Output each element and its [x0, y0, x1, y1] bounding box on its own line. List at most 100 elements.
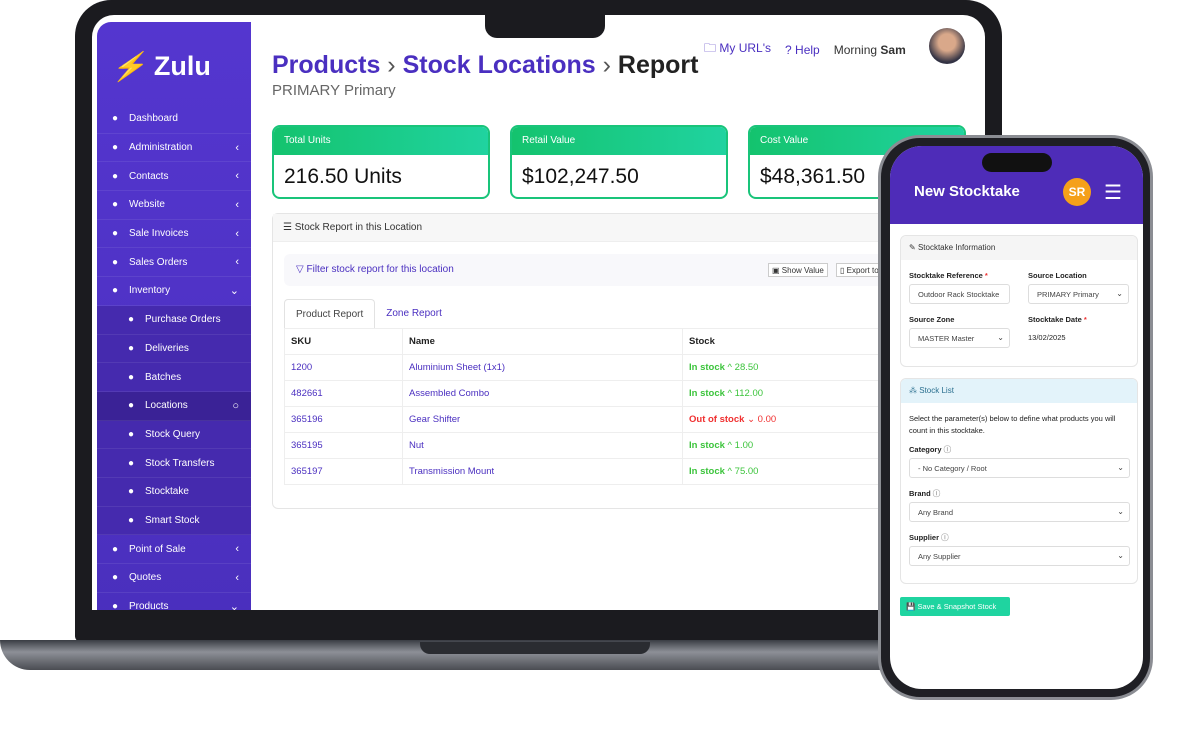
sidebar-item-inventory[interactable]: ● Inventory ⌄	[97, 277, 251, 306]
cash-icon: ●	[111, 228, 119, 240]
breadcrumb-stock-locations[interactable]: Stock Locations	[403, 51, 596, 79]
sidebar-item-batches[interactable]: ● Batches	[97, 363, 251, 392]
total-units-card: Total Units 216.50 Units	[272, 125, 490, 199]
show-value-button[interactable]: ▣ Show Value	[768, 263, 828, 277]
location-select[interactable]: PRIMARY Primary ⌄	[1028, 284, 1129, 304]
sidebar-item-label: Website	[129, 199, 165, 211]
product-name-link[interactable]: Nut	[402, 432, 683, 459]
page-subtitle: PRIMARY Primary	[272, 82, 396, 99]
phone-screen: New Stocktake SR ☰ ✎ Stocktake Informati…	[890, 146, 1143, 689]
sidebar-item-administration[interactable]: ● Administration ‹	[97, 134, 251, 163]
sidebar-item-sales-orders[interactable]: ● Sales Orders ‹	[97, 248, 251, 278]
product-name-link[interactable]: Gear Shifter	[402, 406, 683, 433]
tab-zone-report[interactable]: Zone Report	[375, 299, 453, 329]
breadcrumb-products[interactable]: Products	[272, 51, 380, 79]
sidebar-item-smart-stock[interactable]: ● Smart Stock	[97, 506, 251, 536]
sidebar-item-stock-transfers[interactable]: ● Stock Transfers	[97, 449, 251, 478]
sidebar-item-quotes[interactable]: ● Quotes ‹	[97, 564, 251, 593]
query-icon: ●	[127, 428, 135, 440]
save-snapshot-button[interactable]: 💾 Save & Snapshot Stock	[900, 597, 1010, 616]
zone-select[interactable]: MASTER Master ⌄	[909, 328, 1010, 348]
cube-icon: ●	[111, 601, 119, 610]
location-label: Source Location	[1028, 271, 1087, 280]
my-urls-link[interactable]: 🗀 My URL's	[704, 39, 771, 60]
document-icon: ●	[111, 256, 119, 268]
sidebar-item-sale-invoices[interactable]: ● Sale Invoices ‹	[97, 220, 251, 249]
sidebar-item-deliveries[interactable]: ● Deliveries	[97, 334, 251, 364]
logo[interactable]: ⚡ Zulu	[111, 50, 211, 83]
ref-input[interactable]: Outdoor Rack Stocktake	[909, 284, 1010, 304]
sku-link[interactable]: 365197	[284, 458, 403, 485]
category-select[interactable]: - No Category / Root ⌄	[909, 458, 1130, 478]
brand-label: Brand ⓘ	[909, 489, 941, 498]
greeting: Morning Sam	[833, 42, 906, 57]
zulu-logo-icon: ⚡	[111, 51, 146, 82]
admin-icon: ●	[111, 142, 119, 154]
question-icon: ?	[785, 42, 792, 57]
sidebar-item-label: Sales Orders	[129, 256, 188, 268]
supplier-select[interactable]: Any Supplier ⌄	[909, 546, 1130, 566]
chevron-icon: ‹	[235, 256, 239, 269]
export-button[interactable]: ▯ Export to	[836, 263, 883, 277]
sidebar-item-label: Locations	[145, 400, 188, 412]
sidebar-item-label: Contacts	[129, 170, 169, 182]
hamburger-menu-icon[interactable]: ☰	[1104, 180, 1122, 205]
edit-icon: ✎	[909, 243, 916, 252]
avatar[interactable]	[929, 28, 965, 64]
tab-product-report[interactable]: Product Report	[284, 299, 376, 329]
product-name-link[interactable]: Aluminium Sheet (1x1)	[402, 354, 683, 381]
dynamic-island	[982, 153, 1052, 172]
window-icon: ●	[111, 199, 119, 211]
category-label: Category ⓘ	[909, 445, 952, 454]
sidebar-item-label: Stock Transfers	[145, 457, 215, 469]
ref-label: Stocktake Reference *	[909, 271, 988, 280]
laptop-screen: ⚡ Zulu ● Dashboard ● Administration ‹ ● Contact…	[92, 15, 985, 610]
col-name: Name	[402, 328, 683, 355]
sidebar-item-label: Stocktake	[145, 486, 189, 498]
user-avatar[interactable]: SR	[1063, 178, 1091, 206]
product-name-link[interactable]: Transmission Mount	[402, 458, 683, 485]
sidebar-item-stocktake[interactable]: ● Stocktake	[97, 477, 251, 507]
chevron-icon: ‹	[235, 141, 239, 154]
menu-icon: ☰	[283, 222, 292, 233]
sidebar-item-label: Batches	[145, 371, 182, 383]
tag-icon: ●	[127, 314, 135, 326]
sku-link[interactable]: 365195	[284, 432, 403, 459]
zone-label: Source Zone	[909, 315, 955, 324]
sku-link[interactable]: 482661	[284, 380, 403, 407]
pos-icon: ●	[111, 543, 119, 555]
chevron-icon: ‹	[235, 170, 239, 183]
save-icon: 💾	[906, 602, 916, 611]
date-value[interactable]: 13/02/2025	[1028, 333, 1066, 342]
date-label: Stocktake Date *	[1028, 315, 1087, 324]
product-name-link[interactable]: Assembled Combo	[402, 380, 683, 407]
sidebar-nav: ● Dashboard ● Administration ‹ ● Contacts ‹ ● Web…	[97, 105, 251, 610]
sidebar-item-purchase-orders[interactable]: ● Purchase Orders	[97, 305, 251, 335]
chevron-icon: ⌄	[229, 601, 239, 610]
sidebar-item-label: Purchase Orders	[145, 314, 221, 326]
chevron-icon: ‹	[235, 571, 239, 584]
brand-select[interactable]: Any Brand ⌄	[909, 502, 1130, 522]
help-link[interactable]: ? Help	[785, 43, 820, 57]
sku-link[interactable]: 1200	[284, 354, 403, 381]
sidebar-item-locations[interactable]: ● Locations ○	[97, 391, 251, 421]
clipboard-icon: ●	[127, 486, 135, 498]
sidebar-item-label: Quotes	[129, 572, 162, 584]
sidebar-item-stock-query[interactable]: ● Stock Query	[97, 420, 251, 450]
sidebar-item-website[interactable]: ● Website ‹	[97, 191, 251, 220]
sidebar-item-point-of-sale[interactable]: ● Point of Sale ‹	[97, 535, 251, 564]
breadcrumb-report: Report	[617, 51, 699, 79]
sidebar-item-contacts[interactable]: ● Contacts ‹	[97, 162, 251, 192]
sidebar-item-label: Smart Stock	[145, 514, 200, 526]
folder-icon: 🗀	[704, 41, 717, 55]
laptop-groove	[420, 642, 650, 654]
sidebar-item-label: Administration	[129, 142, 193, 154]
sku-link[interactable]: 365196	[284, 406, 403, 433]
sidebar-item-products[interactable]: ● Products ⌄	[97, 593, 251, 610]
pin-icon: ●	[127, 400, 135, 412]
chevron-up-icon: ^	[727, 440, 733, 451]
cubes-icon: ⁂	[909, 386, 917, 395]
breadcrumb: Products › Stock Locations › Report	[272, 51, 699, 79]
sidebar-item-dashboard[interactable]: ● Dashboard	[97, 105, 251, 134]
sidebar-item-label: Inventory	[129, 285, 171, 297]
